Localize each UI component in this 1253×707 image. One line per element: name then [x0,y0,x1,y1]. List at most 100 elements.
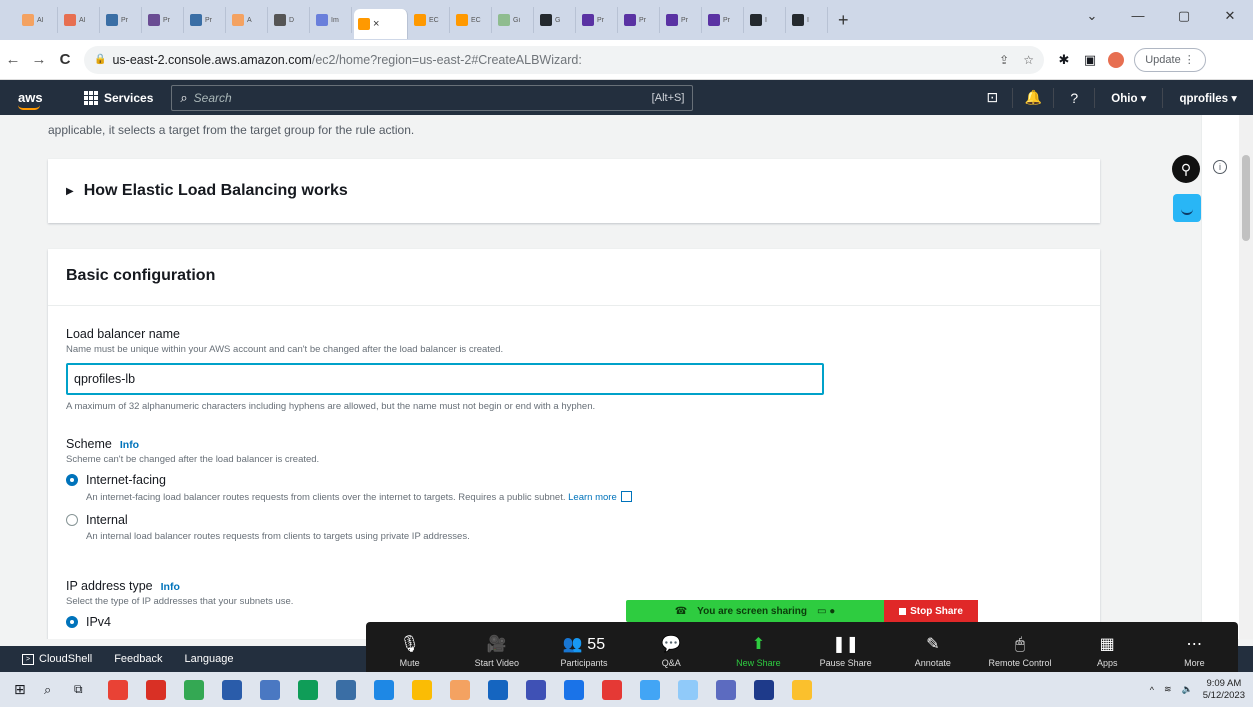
scheme-info-link[interactable]: Info [120,439,139,451]
page-scrollbar[interactable] [1239,115,1253,639]
ip-type-info-link[interactable]: Info [161,581,180,593]
taskbar-app-icon[interactable] [142,676,170,704]
bookmark-star-icon[interactable]: ☆ [1023,53,1034,67]
feedback-button[interactable]: Feedback [114,653,162,665]
active-tab[interactable]: × [354,9,408,39]
browser-tab-right-2[interactable]: Gi [494,7,534,33]
browser-tab-4[interactable]: Pr [186,7,226,33]
zoom-more-button[interactable]: ⋯ More [1151,622,1238,672]
zoom-annotate-button[interactable]: ✎ Annotate [889,622,976,672]
zoom-start-video-button[interactable]: 🎥 Start Video [453,622,540,672]
browser-tab-right-3[interactable]: G [536,7,576,33]
radio-selected-icon[interactable] [66,474,78,486]
tray-chevron-icon[interactable]: ^ [1150,685,1154,695]
account-menu[interactable]: qprofiles ▾ [1163,91,1253,105]
taskbar-app-icon[interactable] [370,676,398,704]
browser-tab-3[interactable]: Pr [144,7,184,33]
taskbar-app-icon[interactable] [104,676,132,704]
taskbar-app-icon[interactable] [332,676,360,704]
taskbar-app-icon[interactable] [446,676,474,704]
browser-tab-7[interactable]: Im [312,7,352,33]
radio-internal[interactable]: Internal [66,513,632,527]
location-pin-icon[interactable]: ⚲ [1172,155,1200,183]
taskbar-app-icon[interactable] [674,676,702,704]
clock[interactable]: 9:09 AM 5/12/2023 [1203,678,1245,702]
region-selector[interactable]: Ohio ▾ [1095,91,1162,105]
radio-internet-facing[interactable]: Internet-facing [66,473,632,487]
services-menu[interactable]: Services [84,90,153,105]
browser-tab-right-9[interactable]: I [788,7,828,33]
search-input[interactable]: ⌕ Search [Alt+S] [171,84,694,111]
how-elb-works-panel[interactable]: ▶ How Elastic Load Balancing works [48,159,1100,223]
browser-tab-0[interactable]: Al [18,7,58,33]
close-tab-icon[interactable]: × [373,18,379,30]
browser-tab-6[interactable]: D [270,7,310,33]
taskbar-app-icon[interactable] [560,676,588,704]
zoom-participants-button[interactable]: 👥 55 Participants [540,622,627,672]
puzzle-extension-icon[interactable]: ✱ [1056,52,1072,68]
info-panel-icon[interactable]: i [1213,160,1227,174]
tab-search-button[interactable]: ⌄ [1069,0,1115,34]
taskbar-app-icon[interactable] [636,676,664,704]
browser-tab-right-7[interactable]: Pr [704,7,744,33]
lb-name-input[interactable] [66,363,824,395]
minimize-button[interactable]: — [1115,0,1161,34]
view-options-icon[interactable]: ▭ ● [817,606,835,617]
close-window-button[interactable]: ✕ [1207,0,1253,34]
taskbar-app-icon[interactable] [256,676,284,704]
taskbar-app-icon[interactable] [180,676,208,704]
taskbar-app-icon[interactable] [408,676,436,704]
external-link-icon[interactable] [620,491,632,502]
browser-tab-right-1[interactable]: EC [452,7,492,33]
taskbar-app-icon[interactable] [218,676,246,704]
forward-arrow-icon[interactable]: → [26,51,52,68]
zoom-pause-share-button[interactable]: ❚❚ Pause Share [802,622,889,672]
sidebar-icon[interactable]: ▣ [1082,52,1098,68]
radio-unselected-icon[interactable] [66,514,78,526]
browser-tab-right-5[interactable]: Pr [620,7,660,33]
zoom-new-share-button[interactable]: ⬆ New Share [715,622,802,672]
radio-selected-icon[interactable] [66,616,78,628]
browser-tab-right-0[interactable]: EC [410,7,450,33]
volume-icon[interactable]: 🔈 [1182,684,1193,695]
taskbar-app-icon[interactable] [294,676,322,704]
wifi-icon[interactable]: ≋ [1164,684,1172,695]
browser-tab-right-4[interactable]: Pr [578,7,618,33]
notifications-bell-icon[interactable]: 🔔 [1013,89,1053,106]
taskbar-app-icon[interactable] [712,676,740,704]
help-icon[interactable]: ? [1054,90,1094,106]
taskbar-app-icon[interactable] [750,676,778,704]
browser-tab-5[interactable]: A [228,7,268,33]
taskbar-app-icon[interactable] [788,676,816,704]
new-tab-button[interactable]: + [838,10,849,31]
task-view-icon[interactable]: ⧉ [74,682,98,697]
cloudshell-button[interactable]: > CloudShell [22,653,92,665]
taskbar-app-icon[interactable] [522,676,550,704]
scrollbar-thumb[interactable] [1242,155,1250,241]
browser-tab-right-6[interactable]: Pr [662,7,702,33]
cloudshell-icon[interactable]: ⊡ [972,89,1012,106]
back-arrow-icon[interactable]: ← [0,51,26,68]
taskbar-app-icon[interactable] [598,676,626,704]
learn-more-link[interactable]: Learn more [568,492,617,503]
language-button[interactable]: Language [185,653,234,665]
radio-ipv4[interactable]: IPv4 [66,615,293,629]
aws-logo[interactable]: aws [18,91,58,110]
browser-tab-1[interactable]: Al [60,7,100,33]
stop-share-button[interactable]: Stop Share [884,600,978,622]
browser-tab-right-8[interactable]: I [746,7,786,33]
taskbar-app-icon[interactable] [484,676,512,704]
zoom-apps-button[interactable]: ▦ Apps [1064,622,1151,672]
zoom-q-a-button[interactable]: 💬 Q&A [628,622,715,672]
browser-tab-2[interactable]: Pr [102,7,142,33]
windows-start-icon[interactable]: ⊞ [14,681,38,698]
reload-icon[interactable]: C [52,51,78,68]
profile-avatar-icon[interactable] [1108,51,1124,68]
chat-widget-icon[interactable] [1173,194,1201,222]
url-field[interactable]: 🔒 us-east-2.console.aws.amazon.com /ec2/… [84,45,1044,74]
share-icon[interactable]: ⇪ [999,53,1009,67]
update-button[interactable]: Update ⋮ [1134,47,1206,72]
maximize-button[interactable]: ▢ [1161,0,1207,34]
zoom-remote-control-button[interactable]: 🖱 Remote Control [976,622,1063,672]
taskbar-search-icon[interactable]: ⌕ [44,682,68,698]
